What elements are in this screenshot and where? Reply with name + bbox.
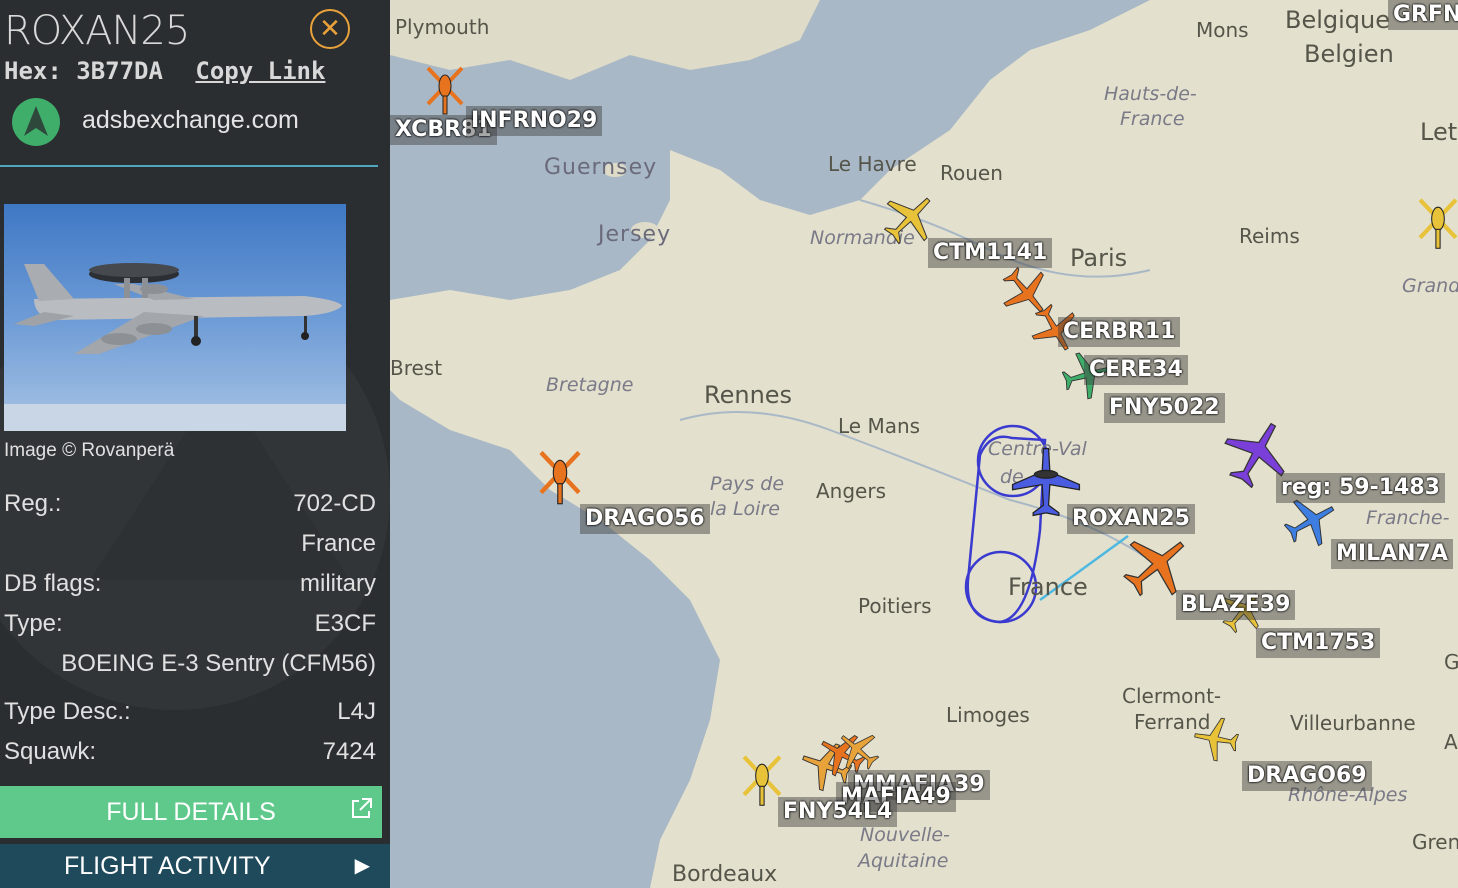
aircraft-label[interactable]: DRAGO56	[580, 504, 710, 534]
place-france: France	[1008, 573, 1088, 601]
place-belgien: Belgien	[1304, 40, 1394, 68]
aircraft-label[interactable]: FNY54L4	[778, 797, 898, 827]
copy-link[interactable]: Copy Link	[195, 57, 325, 85]
place-angers: Angers	[816, 479, 886, 503]
squawk-label: Squawk:	[4, 738, 97, 765]
place-limoges: Limoges	[946, 703, 1030, 727]
place-guernsey: Guernsey	[544, 155, 658, 180]
place-a: A	[1444, 730, 1458, 754]
type-full-value: BOEING E-3 Sentry (CFM56)	[61, 650, 376, 677]
hex-label: Hex:	[4, 57, 62, 85]
type-label: Type:	[4, 610, 63, 637]
helicopter-icon[interactable]	[742, 752, 782, 808]
place-brest: Brest	[390, 356, 443, 380]
place-letz: Letz	[1420, 118, 1458, 146]
aircraft-label[interactable]: CERE34	[1084, 355, 1188, 385]
region-france: France	[1120, 108, 1185, 130]
place-mons: Mons	[1196, 18, 1249, 42]
flight-activity-button[interactable]: FLIGHT ACTIVITY ▶	[0, 844, 390, 888]
squawk-value: 7424	[322, 738, 376, 765]
aircraft-info-panel: ROXAN25 ✕ Hex: 3B77DA Copy Link adsbexch…	[0, 0, 390, 888]
aircraft-label[interactable]: DRAGO69	[1242, 761, 1372, 791]
aircraft-label[interactable]: FNY5022	[1104, 393, 1225, 423]
region-nouvelle: Nouvelle-	[860, 824, 950, 846]
map-view[interactable]: Plymouth Mons Belgique Belgien Hauts-de-…	[390, 0, 1458, 888]
db-flags-value: military	[300, 570, 376, 597]
place-rennes: Rennes	[704, 381, 793, 409]
place-bordeaux: Bordeaux	[672, 862, 778, 887]
reg-label: Reg.:	[4, 490, 62, 517]
aircraft-label[interactable]: CERBR11	[1058, 317, 1181, 347]
aircraft-label[interactable]: CTM1753	[1256, 628, 1381, 658]
helicopter-icon[interactable]	[1418, 194, 1458, 252]
region-franche: Franche-	[1366, 507, 1450, 529]
aircraft-icon[interactable]	[836, 728, 880, 772]
type-value: E3CF	[314, 610, 376, 637]
place-poitiers: Poitiers	[858, 594, 932, 618]
place-greno: Greno	[1412, 830, 1458, 854]
aircraft-label[interactable]: MILAN7A	[1331, 539, 1453, 569]
roxan25-label[interactable]: ROXAN25	[1067, 504, 1195, 534]
region-aquitaine: Aquitaine	[858, 850, 949, 872]
full-details-label: FULL DETAILS	[106, 798, 276, 826]
hex-value: 3B77DA	[76, 57, 163, 85]
region-la-loire: la Loire	[710, 498, 780, 520]
external-link-icon	[352, 798, 372, 818]
region-grand: Grand	[1402, 275, 1458, 297]
aircraft-label[interactable]: GRFN	[1388, 0, 1458, 30]
aircraft-callsign: ROXAN25	[4, 8, 190, 54]
place-le-mans: Le Mans	[838, 414, 921, 438]
country-value: France	[301, 530, 376, 557]
helicopter-icon[interactable]	[538, 448, 582, 506]
place-reims: Reims	[1239, 224, 1300, 248]
place-plymouth: Plymouth	[395, 15, 490, 39]
aircraft-label[interactable]: CTM1141	[928, 238, 1053, 268]
place-villeurbanne: Villeurbanne	[1290, 711, 1416, 735]
type-desc-label: Type Desc.:	[4, 698, 131, 725]
close-icon[interactable]: ✕	[319, 13, 341, 43]
place-belgique: Belgique	[1285, 6, 1391, 34]
type-desc-value: L4J	[337, 698, 376, 725]
full-details-button[interactable]: FULL DETAILS	[0, 786, 382, 838]
helicopter-icon[interactable]	[426, 64, 464, 116]
place-g: G	[1444, 650, 1458, 674]
site-name[interactable]: adsbexchange.com	[82, 106, 299, 135]
region-bretagne: Bretagne	[546, 374, 634, 396]
place-paris: Paris	[1070, 244, 1128, 272]
aircraft-label[interactable]: reg: 59-1483	[1276, 473, 1445, 503]
aircraft-icon[interactable]	[1190, 716, 1242, 762]
place-clermont: Clermont-	[1122, 684, 1222, 708]
aircraft-label[interactable]: INFRNO29	[466, 106, 603, 136]
flight-activity-label: FLIGHT ACTIVITY	[64, 852, 271, 880]
aircraft-label[interactable]: BLAZE39	[1176, 590, 1296, 620]
db-flags-label: DB flags:	[4, 570, 102, 597]
place-le-havre: Le Havre	[828, 152, 917, 176]
photo-credit: Image © Rovanperä	[4, 440, 175, 461]
reg-value: 702-CD	[293, 490, 376, 517]
place-rouen: Rouen	[940, 161, 1003, 185]
region-hauts-de: Hauts-de-	[1104, 83, 1197, 105]
divider	[0, 165, 378, 167]
region-pays-de: Pays de	[710, 473, 785, 495]
aircraft-photo[interactable]	[4, 204, 346, 431]
hex-row: Hex: 3B77DA Copy Link	[4, 57, 325, 85]
place-jersey: Jersey	[598, 222, 672, 247]
chevron-right-icon: ▶	[354, 855, 370, 877]
adsbexchange-logo-icon	[12, 98, 60, 146]
close-panel-button[interactable]: ✕	[310, 9, 350, 49]
